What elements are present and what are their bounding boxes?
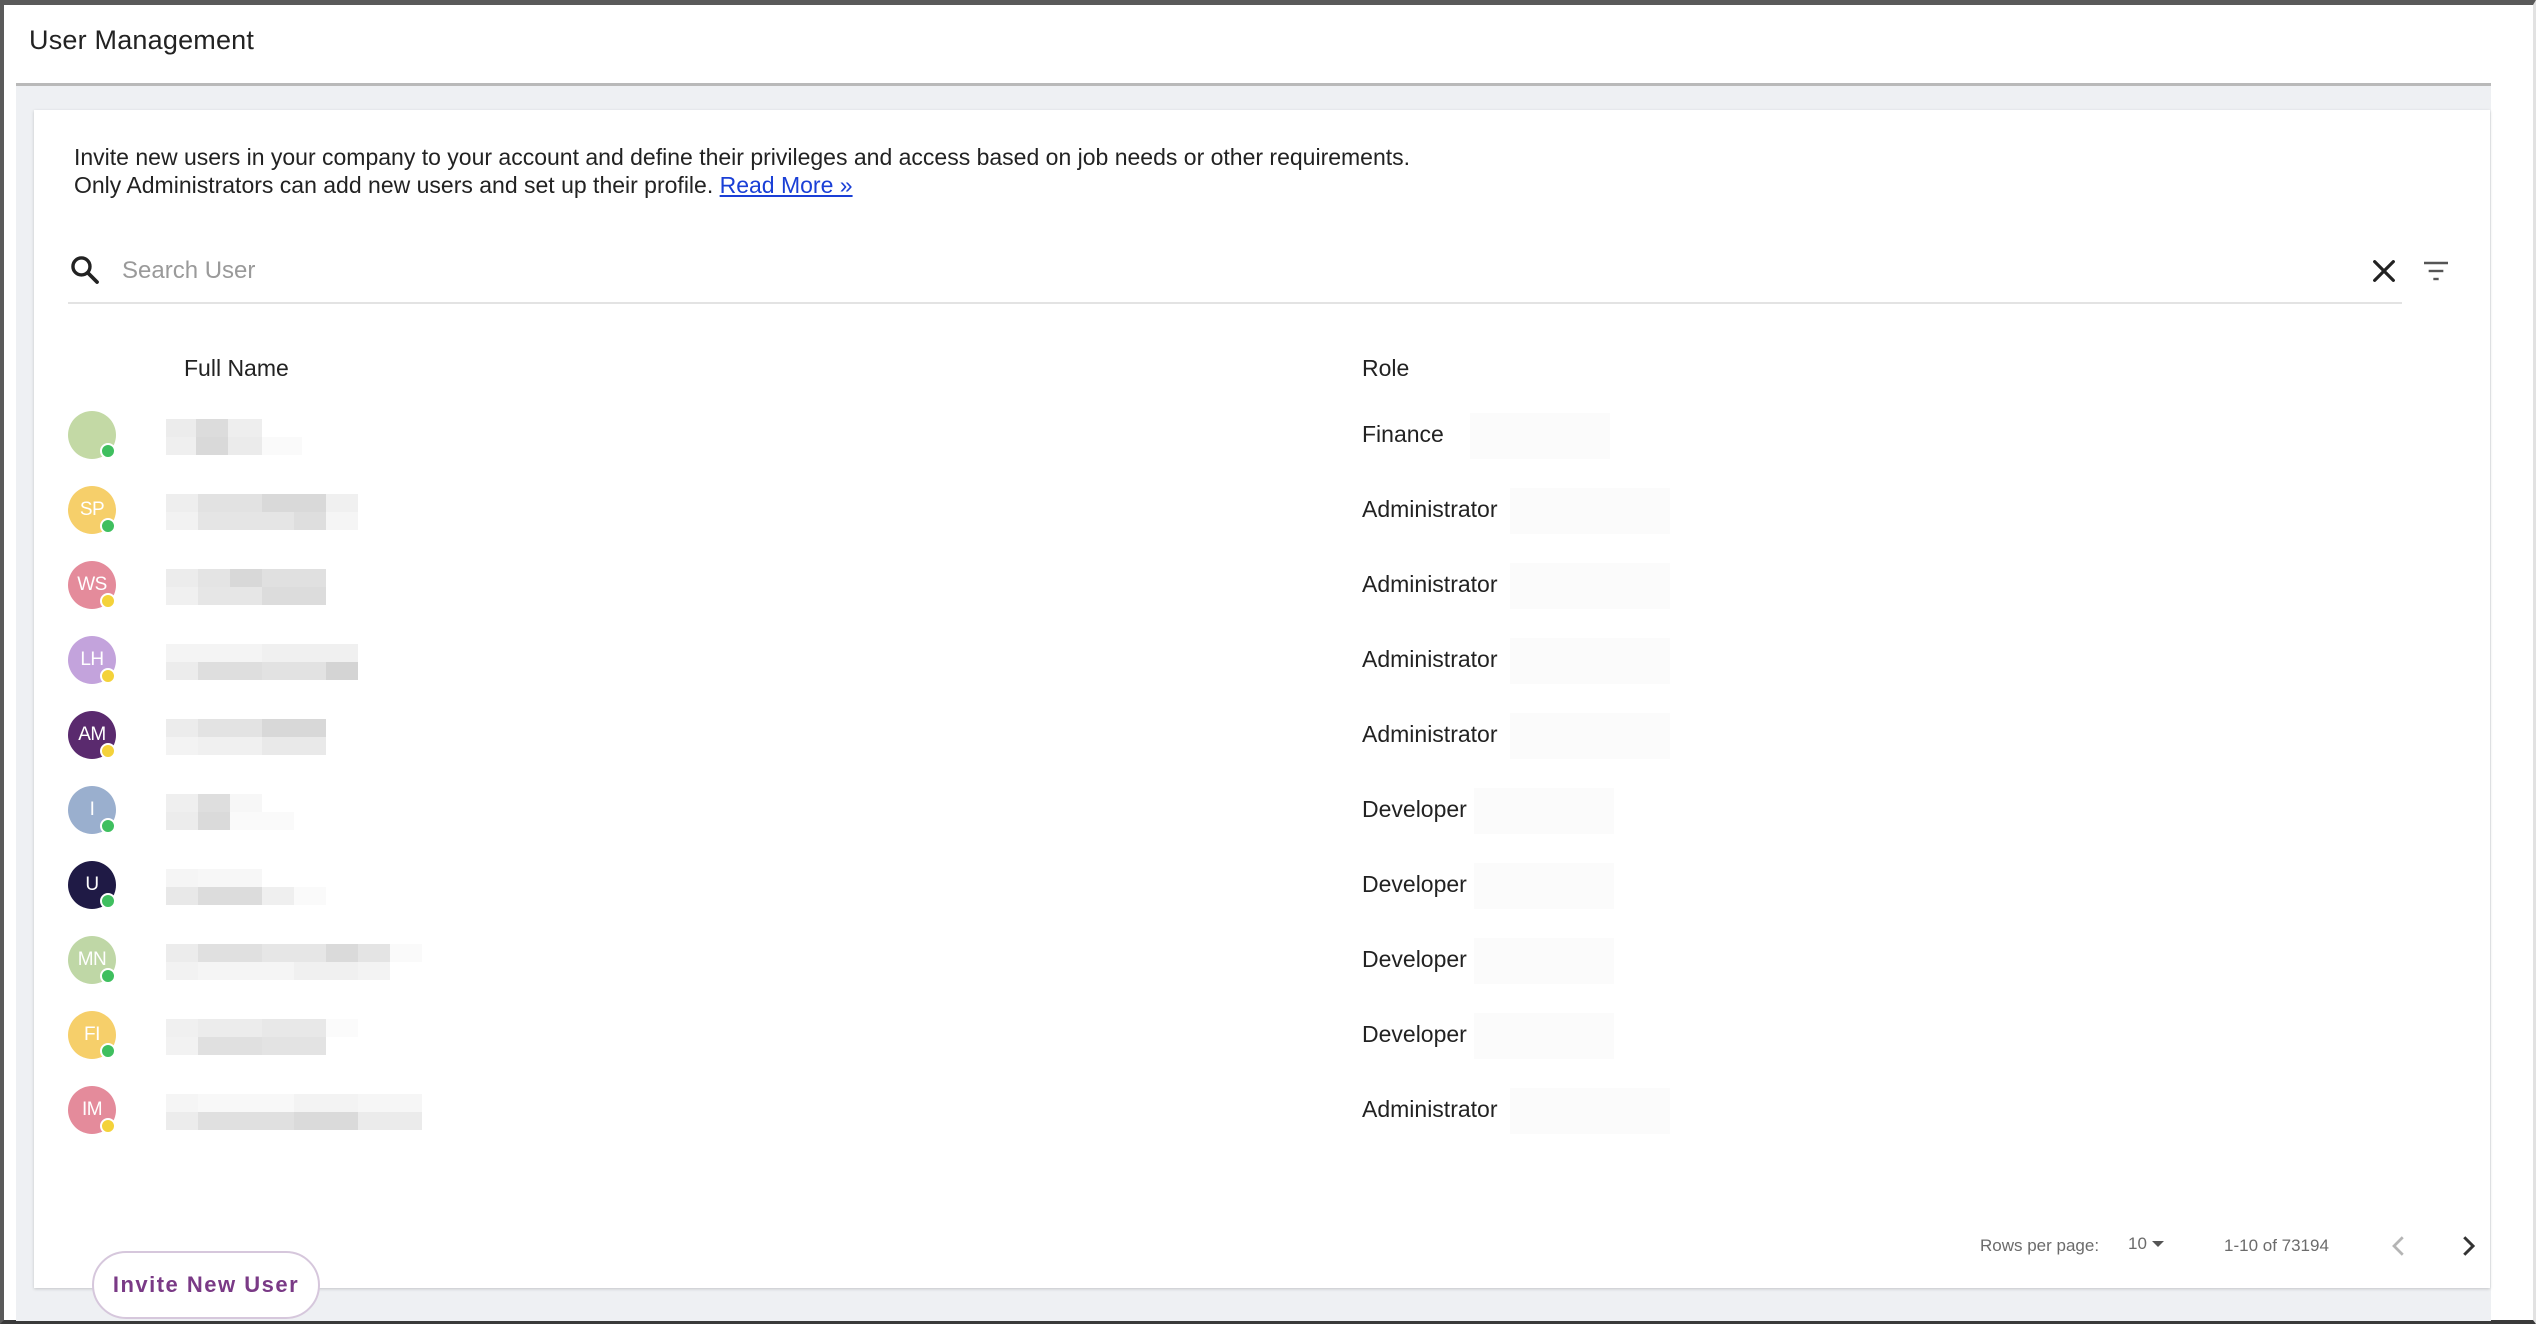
status-indicator <box>100 893 116 909</box>
intro-line-2-text: Only Administrators can add new users an… <box>74 172 714 198</box>
column-header-role[interactable]: Role <box>1362 355 1409 382</box>
search-icon <box>71 256 99 284</box>
table-row[interactable]: MN Developer <box>4 930 2536 1005</box>
chevron-down-icon <box>2151 1241 2164 1247</box>
redacted-role-detail <box>1510 488 1670 534</box>
redacted-role-detail <box>1510 563 1670 609</box>
user-role: Administrator <box>1362 1096 1498 1122</box>
table-row[interactable]: LH Administrator <box>4 630 2536 705</box>
read-more-link[interactable]: Read More » <box>720 172 853 198</box>
table-row[interactable]: U Developer <box>4 855 2536 930</box>
status-indicator <box>100 1043 116 1059</box>
rows-per-page-value: 10 <box>2128 1234 2147 1253</box>
redacted-role-detail <box>1474 863 1614 909</box>
redacted-role-detail <box>1510 1088 1670 1134</box>
table-row[interactable]: SP Administrator <box>4 480 2536 555</box>
rows-per-page-label: Rows per page: <box>1980 1236 2100 1255</box>
table-row[interactable]: I Developer <box>4 780 2536 855</box>
close-icon[interactable] <box>2368 255 2400 287</box>
user-role: Developer <box>1362 946 1467 972</box>
chevron-right-icon[interactable] <box>2453 1231 2483 1261</box>
pagination-range: 1-10 of 73194 <box>2224 1236 2329 1255</box>
redacted-role-detail <box>1510 638 1670 684</box>
status-indicator <box>100 743 116 759</box>
table-row[interactable]: IM Administrator <box>4 1080 2536 1155</box>
table-row[interactable]: WS Administrator <box>4 555 2536 630</box>
redacted-role-detail <box>1470 413 1610 459</box>
table-row[interactable]: Finance <box>4 405 2536 480</box>
status-indicator <box>100 518 116 534</box>
app-window: User Management Invite new users in your… <box>0 0 2536 1324</box>
rows-per-page-select[interactable]: 10 <box>2128 1234 2165 1254</box>
chevron-left-icon[interactable] <box>2384 1231 2414 1261</box>
status-indicator <box>100 968 116 984</box>
table-row[interactable]: AM Administrator <box>4 705 2536 780</box>
invite-new-user-button[interactable]: Invite New User <box>92 1251 320 1319</box>
user-role: Developer <box>1362 871 1467 897</box>
redacted-role-detail <box>1510 713 1670 759</box>
filter-icon[interactable] <box>2420 255 2452 287</box>
redacted-role-detail <box>1474 1013 1614 1059</box>
intro-text: Invite new users in your company to your… <box>74 143 1410 199</box>
status-indicator <box>100 593 116 609</box>
status-indicator <box>100 1118 116 1134</box>
search-input[interactable] <box>122 252 2322 290</box>
table-row[interactable]: FI Developer <box>4 1005 2536 1080</box>
intro-line-1: Invite new users in your company to your… <box>74 144 1411 170</box>
redacted-role-detail <box>1474 788 1614 834</box>
search-underline <box>68 302 2402 304</box>
redacted-role-detail <box>1474 938 1614 984</box>
user-role: Administrator <box>1362 721 1498 747</box>
column-header-full-name[interactable]: Full Name <box>184 355 289 382</box>
user-role: Administrator <box>1362 571 1498 597</box>
status-indicator <box>100 668 116 684</box>
user-role: Developer <box>1362 796 1467 822</box>
intro-line-2: Only Administrators can add new users an… <box>74 171 1410 199</box>
status-indicator <box>100 818 116 834</box>
user-role: Administrator <box>1362 496 1498 522</box>
user-role: Finance <box>1362 421 1444 447</box>
user-role: Developer <box>1362 1021 1467 1047</box>
page-title: User Management <box>29 25 255 55</box>
user-role: Administrator <box>1362 646 1498 672</box>
status-indicator <box>100 443 116 459</box>
